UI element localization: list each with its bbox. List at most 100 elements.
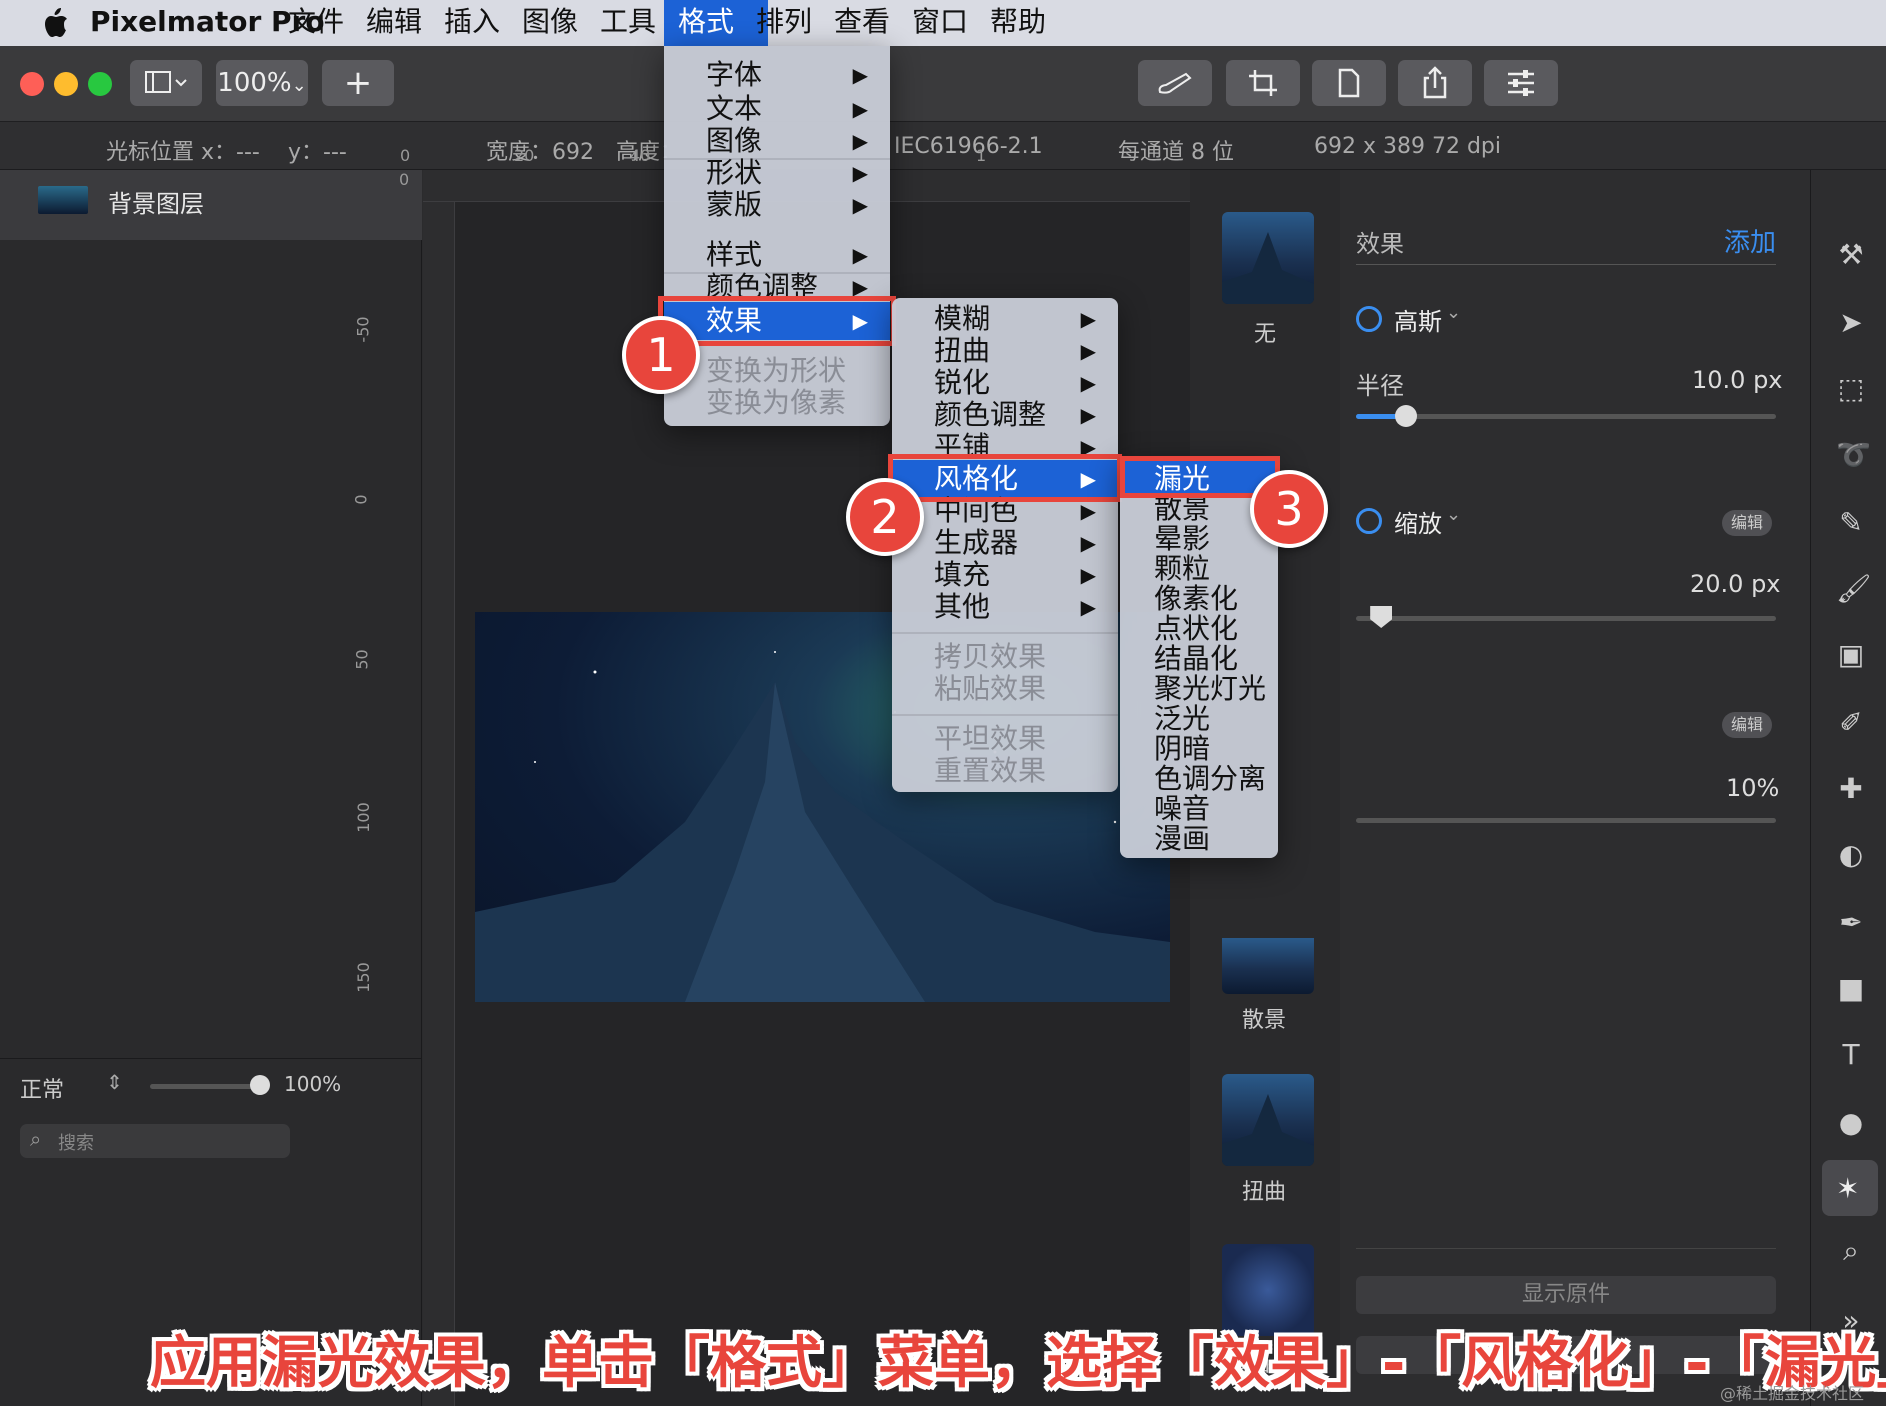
chevron-down-icon: ⌄: [291, 75, 307, 96]
show-original-button[interactable]: 显示原件: [1356, 1276, 1776, 1314]
gaussian-label[interactable]: 高斯: [1394, 302, 1442, 337]
gradient-tool-icon[interactable]: ▣: [1836, 640, 1866, 670]
add-button[interactable]: +: [322, 60, 394, 106]
edit-button[interactable]: 编辑: [1722, 510, 1772, 536]
radius-slider[interactable]: [1356, 414, 1776, 419]
menu-view[interactable]: 查看: [820, 0, 904, 46]
highlight-box-stylize: [888, 454, 1122, 502]
effect-thumb-distort[interactable]: [1222, 1074, 1314, 1166]
search-input[interactable]: ⌕ 搜索: [20, 1124, 290, 1158]
menu-item-paste-effects: 粘贴效果: [892, 670, 1118, 708]
ruler-mark-0v: 0: [351, 494, 371, 505]
menu-arrange[interactable]: 排列: [742, 0, 826, 46]
brush-icon: [1158, 72, 1192, 94]
opacity-slider-thumb[interactable]: [250, 1075, 270, 1095]
adjust-button[interactable]: [1484, 60, 1558, 106]
menu-item-other[interactable]: 其他 ▶: [892, 588, 1118, 626]
menu-item-label: 变换为形状: [706, 354, 847, 387]
arrange-tool-icon[interactable]: ➤: [1836, 308, 1866, 338]
radius-value[interactable]: 10.0 px: [1692, 366, 1783, 394]
effects-tool-button[interactable]: ✶: [1822, 1160, 1878, 1216]
style-tool-icon[interactable]: ⚒: [1836, 240, 1866, 270]
menu-separator: [892, 714, 1118, 716]
effect-thumb-bokeh[interactable]: [1222, 938, 1314, 994]
menu-insert[interactable]: 插入: [430, 0, 514, 46]
cursor-x: 光标位置 x：---: [106, 140, 260, 165]
watermark: @稀土掘金技术社区: [1720, 1384, 1865, 1403]
blend-mode[interactable]: 正常: [20, 1072, 64, 1104]
effect-thumb-none[interactable]: [1222, 212, 1314, 304]
mountain-thumb-icon: [1222, 1094, 1314, 1166]
zoom-tool-icon[interactable]: ⌕: [1836, 1236, 1866, 1266]
effect-distort-label: 扭曲: [1242, 1180, 1287, 1205]
effect-none-label: 无: [1254, 322, 1277, 347]
magic-wand-icon[interactable]: ✎: [1836, 508, 1866, 538]
menu-item-label: 图像: [706, 124, 763, 157]
format-menu: 字体 ▶ 文本 ▶ 图像 ▶ 形状 ▶ 蒙版 ▶ 样式 ▶ 颜色调整 ▶ 效果 ▶ 变换为形状 …: [664, 46, 890, 426]
menu-separator: [892, 632, 1118, 634]
menu-item-font[interactable]: 字体 ▶: [664, 56, 890, 94]
ruler-mark-50v: 50: [352, 649, 372, 670]
search-placeholder: 搜索: [58, 1133, 94, 1154]
clone-tool-icon[interactable]: ◐: [1836, 840, 1866, 870]
menu-item-mask[interactable]: 蒙版 ▶: [664, 186, 890, 224]
type-tool-icon[interactable]: T: [1836, 1040, 1866, 1070]
menu-item-comic[interactable]: 漫画: [1120, 820, 1278, 858]
menu-item-to-pixels: 变换为像素: [664, 384, 890, 422]
chevron-updown-icon[interactable]: ⇕: [106, 1070, 123, 1094]
zoom-slider[interactable]: [1356, 616, 1776, 621]
chevron-down-icon[interactable]: ⌄: [1446, 504, 1461, 525]
ruler-mark: 0: [399, 170, 410, 189]
layer-row[interactable]: 背景图层: [0, 170, 422, 240]
zoom-value: 100%: [217, 68, 292, 98]
menu-edit[interactable]: 编辑: [352, 0, 436, 46]
zoom-toggle[interactable]: [1356, 508, 1382, 534]
submenu-arrow-icon: ▶: [852, 193, 868, 217]
menu-item-label: 粘贴效果: [934, 672, 1047, 705]
menu-item-label: 生成器: [934, 526, 1019, 559]
menu-item-label: 重置效果: [934, 754, 1047, 787]
menu-file[interactable]: 文件: [274, 0, 358, 46]
crop-button[interactable]: [1226, 60, 1300, 106]
menu-help[interactable]: 帮助: [976, 0, 1060, 46]
menu-window[interactable]: 窗口: [898, 0, 982, 46]
sidebar-toggle-button[interactable]: [130, 60, 202, 106]
opacity-value: 100%: [284, 1072, 342, 1096]
menu-item-label: 拷贝效果: [934, 640, 1047, 673]
eraser-tool-icon[interactable]: ✐: [1836, 708, 1866, 738]
repair-tool-icon[interactable]: ✚: [1836, 774, 1866, 804]
pen-tool-icon[interactable]: ✒: [1836, 908, 1866, 938]
menu-tools[interactable]: 工具: [586, 0, 670, 46]
menu-image[interactable]: 图像: [508, 0, 592, 46]
sliders-icon: [1508, 70, 1534, 96]
chevron-down-icon[interactable]: ⌄: [1446, 302, 1461, 323]
paint-brush-icon[interactable]: 🖌: [1836, 574, 1872, 604]
selection-tool-icon[interactable]: ⬚: [1836, 374, 1866, 404]
tutorial-caption: 应用漏光效果，单击「格式」菜单，选择「效果」-「风格化」-「漏光」: [150, 1331, 1886, 1396]
image-size: 692 x 389 72 dpi: [1314, 134, 1502, 159]
edit-button[interactable]: 编辑: [1722, 712, 1772, 738]
effects-title: 效果: [1356, 230, 1404, 258]
share-button[interactable]: [1398, 60, 1472, 106]
lasso-tool-icon[interactable]: ➰: [1836, 440, 1871, 470]
percent-slider[interactable]: [1356, 818, 1776, 823]
ruler-mark-0: 0: [400, 146, 411, 165]
menu-item-label: 颜色调整: [934, 398, 1047, 431]
percent-value[interactable]: 10%: [1726, 774, 1779, 802]
ruler-mark-40: 40: [630, 146, 651, 165]
close-window-button[interactable]: [20, 72, 44, 96]
repair-tool-button[interactable]: [1138, 60, 1212, 106]
color-adjust-icon[interactable]: ●: [1836, 1108, 1866, 1138]
zoom-select[interactable]: 100%⌄: [216, 60, 308, 106]
minimize-window-button[interactable]: [54, 72, 78, 96]
gaussian-toggle[interactable]: [1356, 306, 1382, 332]
add-effect-button[interactable]: 添加: [1724, 222, 1776, 259]
zoom-window-button[interactable]: [88, 72, 112, 96]
document-button[interactable]: [1312, 60, 1386, 106]
zoom-label[interactable]: 缩放: [1394, 504, 1442, 539]
shape-tool-icon[interactable]: ■: [1836, 974, 1866, 1004]
ruler-mark-1: 1: [976, 146, 987, 165]
opacity-slider[interactable]: [150, 1084, 260, 1089]
zoom-value[interactable]: 20.0 px: [1690, 570, 1781, 598]
apple-icon[interactable]: [40, 6, 70, 40]
